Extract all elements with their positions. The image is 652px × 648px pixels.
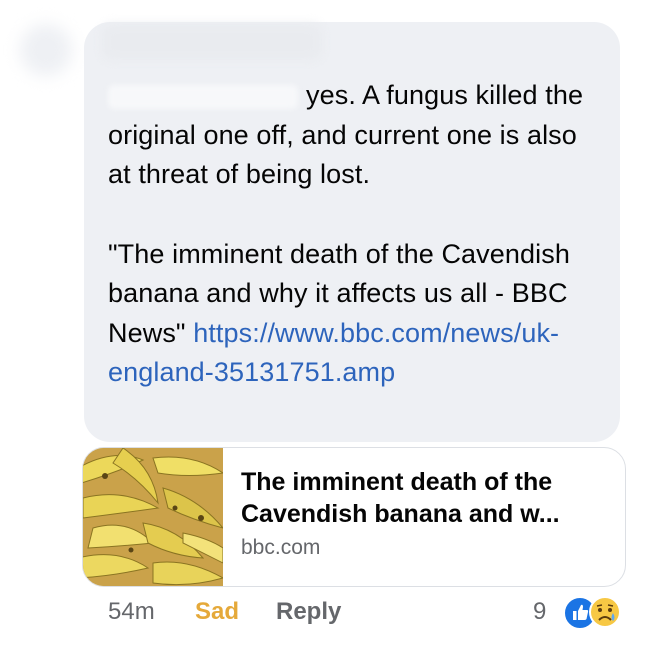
comment-paragraph: yes. A fungus killed the original one of… — [108, 76, 603, 195]
link-preview-card[interactable]: The imminent death of the Cavendish bana… — [82, 447, 626, 587]
author-name-redacted[interactable] — [102, 24, 322, 60]
redacted-text — [108, 84, 298, 109]
comment-body: yes. A fungus killed the original one of… — [108, 76, 603, 393]
link-thumbnail[interactable] — [83, 448, 223, 586]
sad-face-icon[interactable] — [589, 596, 621, 628]
comment-quote-paragraph: "The imminent death of the Cavendish ban… — [108, 235, 603, 393]
link-card-domain: bbc.com — [241, 536, 321, 559]
reply-button[interactable]: Reply — [276, 598, 341, 626]
timestamp[interactable]: 54m — [108, 598, 155, 626]
comment-footer: 54m Sad Reply 9 — [0, 596, 652, 632]
reaction-button[interactable]: Sad — [195, 598, 239, 626]
link-card-title[interactable]: The imminent death of the Cavendish bana… — [241, 466, 611, 530]
bananas-photo-icon — [83, 448, 223, 586]
avatar[interactable] — [20, 24, 72, 76]
reaction-count[interactable]: 9 — [533, 598, 546, 626]
